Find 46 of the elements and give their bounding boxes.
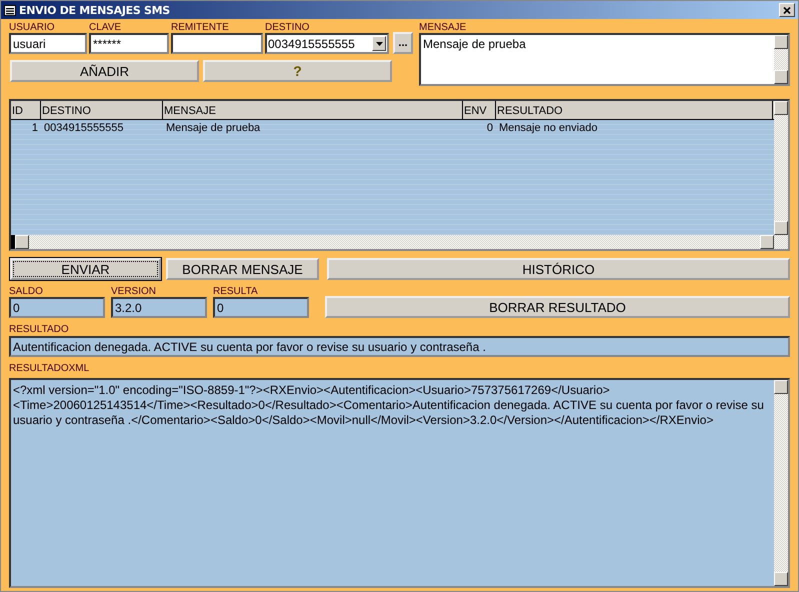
delete-message-button[interactable]: BORRAR MENSAJE (166, 258, 319, 280)
window-title: ENVIO DE MENSAJES SMS (19, 4, 171, 16)
scrollbar[interactable] (774, 380, 788, 586)
window-menu-icon (4, 4, 16, 16)
table-cell-text: 0 (486, 121, 494, 136)
column-header[interactable]: MENSAJE (163, 101, 463, 119)
add-button[interactable]: AÑADIR (10, 60, 199, 82)
browse-button[interactable]: ... (393, 32, 413, 54)
field-label: SALDO (9, 286, 43, 297)
help-button[interactable]: ? (203, 60, 392, 82)
scrollbar[interactable] (11, 235, 774, 249)
result-field[interactable]: Autentificacion denegada. ACTIVE su cuenta por favor o revise su usuario y contraseña . (9, 336, 790, 357)
table-cell-text: 0034915555555 (43, 121, 125, 136)
column-header[interactable]: ENV (463, 101, 496, 119)
field-label: MENSAJE (419, 22, 466, 33)
input-field[interactable]: usuari (9, 33, 87, 54)
field-label: CLAVE (89, 22, 122, 33)
output-field[interactable]: 3.2.0 (111, 297, 207, 318)
table-cell-text: Mensaje no enviado (498, 121, 598, 136)
column-header[interactable]: RESULTADO (496, 101, 773, 119)
caret-icon (376, 42, 382, 46)
field-label: RESULTADO (9, 324, 69, 335)
close-icon (783, 6, 791, 14)
close-button[interactable] (779, 3, 795, 17)
column-header[interactable]: DESTINO (41, 101, 163, 119)
clear-result-button[interactable]: BORRAR RESULTADO (325, 296, 790, 318)
table-cell-text: Mensaje de prueba (165, 121, 262, 136)
output-field[interactable]: 0 (213, 297, 309, 318)
field-label: RESULTA (213, 286, 258, 297)
input-field[interactable]: ****** (89, 33, 169, 54)
field-label: REMITENTE (171, 22, 229, 33)
field-label: VERSION (111, 286, 156, 297)
table-cell-text: 1 (30, 121, 39, 136)
dropdown[interactable]: 0034915555555 (265, 33, 389, 54)
field-label: USUARIO (9, 22, 55, 33)
scrollbar[interactable] (774, 101, 788, 249)
output-field[interactable]: 0 (9, 297, 105, 318)
message-field[interactable]: Mensaje de prueba (419, 33, 790, 86)
field-label: RESULTADOXML (9, 363, 90, 374)
scrollbar[interactable] (774, 35, 788, 84)
send-button[interactable]: ENVIAR (10, 258, 161, 280)
field-label: DESTINO (265, 22, 310, 33)
input-field[interactable] (171, 33, 263, 54)
result-xml-field[interactable]: <?xml version="1.0" encoding="ISO-8859-1"?><RXEnvio><Autentificacion><Usuario>757375617269</Usuario><Time>20060125143514</Time><Resultado>0</Resultado><Comentario>Autentificacion denegada. ACTIVE su cuenta por favor o revise su usuario y contraseña .</Comentario><Saldo>0</Saldo><Movil>null</Movil><Version>3.2.0</Version></Autentificacion></RXEnvio> (9, 378, 790, 588)
history-button[interactable]: HISTÓRICO (327, 258, 790, 280)
column-header[interactable]: ID (11, 101, 41, 119)
